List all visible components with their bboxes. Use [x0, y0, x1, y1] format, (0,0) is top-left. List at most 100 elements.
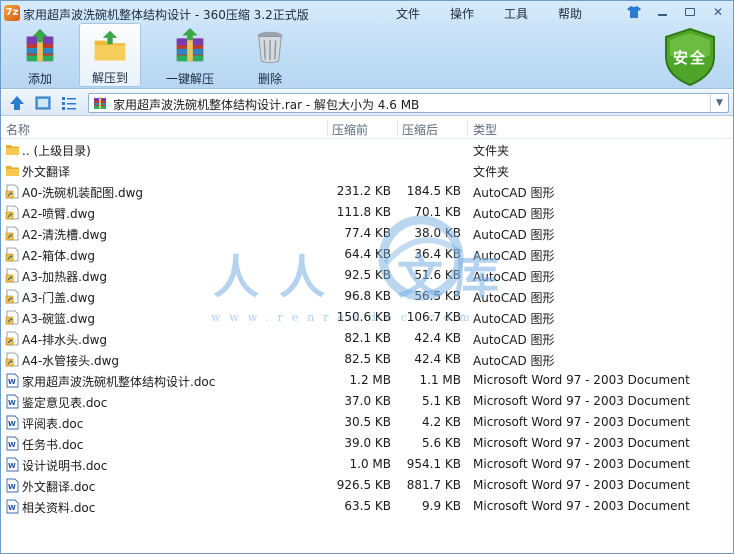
up-arrow-icon[interactable]: [9, 95, 25, 111]
file-name: 相关资料.doc: [22, 501, 96, 515]
file-size: 39.0 KB: [344, 436, 391, 450]
file-name: 外文翻译: [22, 165, 71, 179]
column-divider[interactable]: [397, 120, 398, 136]
column-header-packed[interactable]: 压缩后: [402, 121, 438, 138]
file-name: A3-加热器.dwg: [22, 270, 108, 284]
file-type: AutoCAD 图形: [473, 228, 555, 242]
file-packed-size: 954.1 KB: [406, 457, 461, 471]
trash-bin-icon: [257, 31, 283, 64]
file-name: 任务书.doc: [22, 438, 84, 452]
file-packed-size: 70.1 KB: [414, 205, 461, 219]
file-type: AutoCAD 图形: [473, 249, 555, 263]
app-window: 7z 家用超声波洗碗机整体结构设计 - 360压缩 3.2正式版 文件 操作 工…: [0, 0, 734, 554]
list-view-icon[interactable]: [61, 95, 77, 111]
file-packed-size: 38.0 KB: [414, 226, 461, 240]
minimize-button[interactable]: [651, 3, 673, 20]
svg-text:W: W: [8, 399, 16, 407]
file-row[interactable]: W 评阅表.doc 30.5 KB 4.2 KB Microsoft Word 97 -…: [1, 412, 733, 433]
address-dropdown-button[interactable]: ▼: [710, 94, 728, 112]
file-name: 外文翻译.doc: [22, 480, 96, 494]
file-row[interactable]: A4-水管接头.dwg 82.5 KB 42.4 KB AutoCAD 图形: [1, 349, 733, 370]
file-row[interactable]: A4-排水头.dwg 82.1 KB 42.4 KB AutoCAD 图形: [1, 328, 733, 349]
file-size: 926.5 KB: [336, 478, 391, 492]
maximize-button[interactable]: [679, 3, 701, 20]
dwg-file-icon: [5, 352, 20, 367]
file-size: 111.8 KB: [336, 205, 391, 219]
dwg-file-icon: [5, 331, 20, 346]
file-row[interactable]: A3-门盖.dwg 96.8 KB 56.5 KB AutoCAD 图形: [1, 286, 733, 307]
close-button[interactable]: ✕: [707, 3, 729, 20]
word-doc-icon: W: [5, 499, 20, 514]
skin-shirt-icon[interactable]: [623, 3, 645, 20]
file-type: AutoCAD 图形: [473, 333, 555, 347]
file-packed-size: 42.4 KB: [414, 331, 461, 345]
file-size: 150.6 KB: [336, 310, 391, 324]
file-name: A3-门盖.dwg: [22, 291, 96, 305]
menu-help[interactable]: 帮助: [556, 5, 584, 22]
menu-operation[interactable]: 操作: [448, 5, 476, 22]
file-row[interactable]: W 任务书.doc 39.0 KB 5.6 KB Microsoft Word 97 -…: [1, 433, 733, 454]
file-name: 鉴定意见表.doc: [22, 396, 108, 410]
file-type: AutoCAD 图形: [473, 270, 555, 284]
security-badge-label: 安全: [672, 49, 707, 67]
one-click-extract-button[interactable]: 一键解压: [149, 23, 231, 87]
minimize-icon: [657, 13, 667, 16]
address-text: 家用超声波洗碗机整体结构设计.rar - 解包大小为 4.6 MB: [113, 98, 420, 112]
title-bar[interactable]: 7z 家用超声波洗碗机整体结构设计 - 360压缩 3.2正式版 文件 操作 工…: [1, 1, 733, 25]
column-header-size[interactable]: 压缩前: [332, 121, 368, 138]
file-row[interactable]: A2-喷臂.dwg 111.8 KB 70.1 KB AutoCAD 图形: [1, 202, 733, 223]
file-type: Microsoft Word 97 - 2003 Document: [473, 457, 690, 471]
file-packed-size: 106.7 KB: [406, 310, 461, 324]
file-size: 64.4 KB: [344, 247, 391, 261]
archive-icon: [94, 97, 106, 109]
delete-label: 删除: [257, 72, 282, 86]
delete-button[interactable]: 删除: [239, 23, 301, 87]
file-row[interactable]: A3-碗篮.dwg 150.6 KB 106.7 KB AutoCAD 图形: [1, 307, 733, 328]
file-row[interactable]: W 相关资料.doc 63.5 KB 9.9 KB Microsoft Word 97 …: [1, 496, 733, 517]
extract-folder-icon: [94, 30, 126, 61]
file-type: 文件夹: [473, 165, 510, 179]
file-size: 231.2 KB: [336, 184, 391, 198]
add-button[interactable]: 添加: [9, 23, 71, 87]
menu-tools[interactable]: 工具: [502, 5, 530, 22]
column-divider[interactable]: [467, 120, 468, 136]
file-type: Microsoft Word 97 - 2003 Document: [473, 499, 690, 513]
file-size: 30.5 KB: [344, 415, 391, 429]
file-size: 63.5 KB: [344, 499, 391, 513]
file-row[interactable]: W 设计说明书.doc 1.0 MB 954.1 KB Microsoft Word 9…: [1, 454, 733, 475]
file-name: A0-洗碗机装配图.dwg: [22, 186, 144, 200]
file-type: Microsoft Word 97 - 2003 Document: [473, 415, 690, 429]
column-header-type[interactable]: 类型: [473, 121, 497, 138]
file-type: AutoCAD 图形: [473, 354, 555, 368]
chevron-down-icon: ▼: [716, 98, 723, 108]
word-doc-icon: W: [5, 436, 20, 451]
svg-text:W: W: [8, 462, 16, 470]
file-list-header: 名称 压缩前 压缩后 类型: [1, 117, 733, 139]
file-row[interactable]: A3-加热器.dwg 92.5 KB 51.6 KB AutoCAD 图形: [1, 265, 733, 286]
thumbnail-view-icon[interactable]: [35, 95, 51, 111]
file-row[interactable]: W 家用超声波洗碗机整体结构设计.doc 1.2 MB 1.1 MB Microsoft…: [1, 370, 733, 391]
file-row[interactable]: W 外文翻译.doc 926.5 KB 881.7 KB Microsoft Word …: [1, 475, 733, 496]
file-name: A2-清洗槽.dwg: [22, 228, 108, 242]
file-row[interactable]: 外文翻译 文件夹: [1, 160, 733, 181]
column-divider[interactable]: [327, 120, 328, 136]
file-packed-size: 56.5 KB: [414, 289, 461, 303]
file-type: AutoCAD 图形: [473, 291, 555, 305]
file-type: AutoCAD 图形: [473, 312, 555, 326]
word-doc-icon: W: [5, 457, 20, 472]
file-row[interactable]: A2-箱体.dwg 64.4 KB 36.4 KB AutoCAD 图形: [1, 244, 733, 265]
file-row[interactable]: A0-洗碗机装配图.dwg 231.2 KB 184.5 KB AutoCAD 图形: [1, 181, 733, 202]
file-size: 82.5 KB: [344, 352, 391, 366]
toolbar: 添加 解压到 一键解压 删除: [9, 23, 309, 87]
word-doc-icon: W: [5, 394, 20, 409]
file-row[interactable]: .. (上级目录) 文件夹: [1, 139, 733, 160]
file-packed-size: 1.1 MB: [419, 373, 461, 387]
file-row[interactable]: A2-清洗槽.dwg 77.4 KB 38.0 KB AutoCAD 图形: [1, 223, 733, 244]
menu-file[interactable]: 文件: [394, 5, 422, 22]
extract-to-button[interactable]: 解压到: [79, 23, 141, 87]
file-row[interactable]: W 鉴定意见表.doc 37.0 KB 5.1 KB Microsoft Word 97…: [1, 391, 733, 412]
file-type: AutoCAD 图形: [473, 186, 555, 200]
column-header-name[interactable]: 名称: [6, 121, 30, 138]
file-size: 96.8 KB: [344, 289, 391, 303]
address-bar[interactable]: 家用超声波洗碗机整体结构设计.rar - 解包大小为 4.6 MB ▼: [88, 93, 729, 113]
